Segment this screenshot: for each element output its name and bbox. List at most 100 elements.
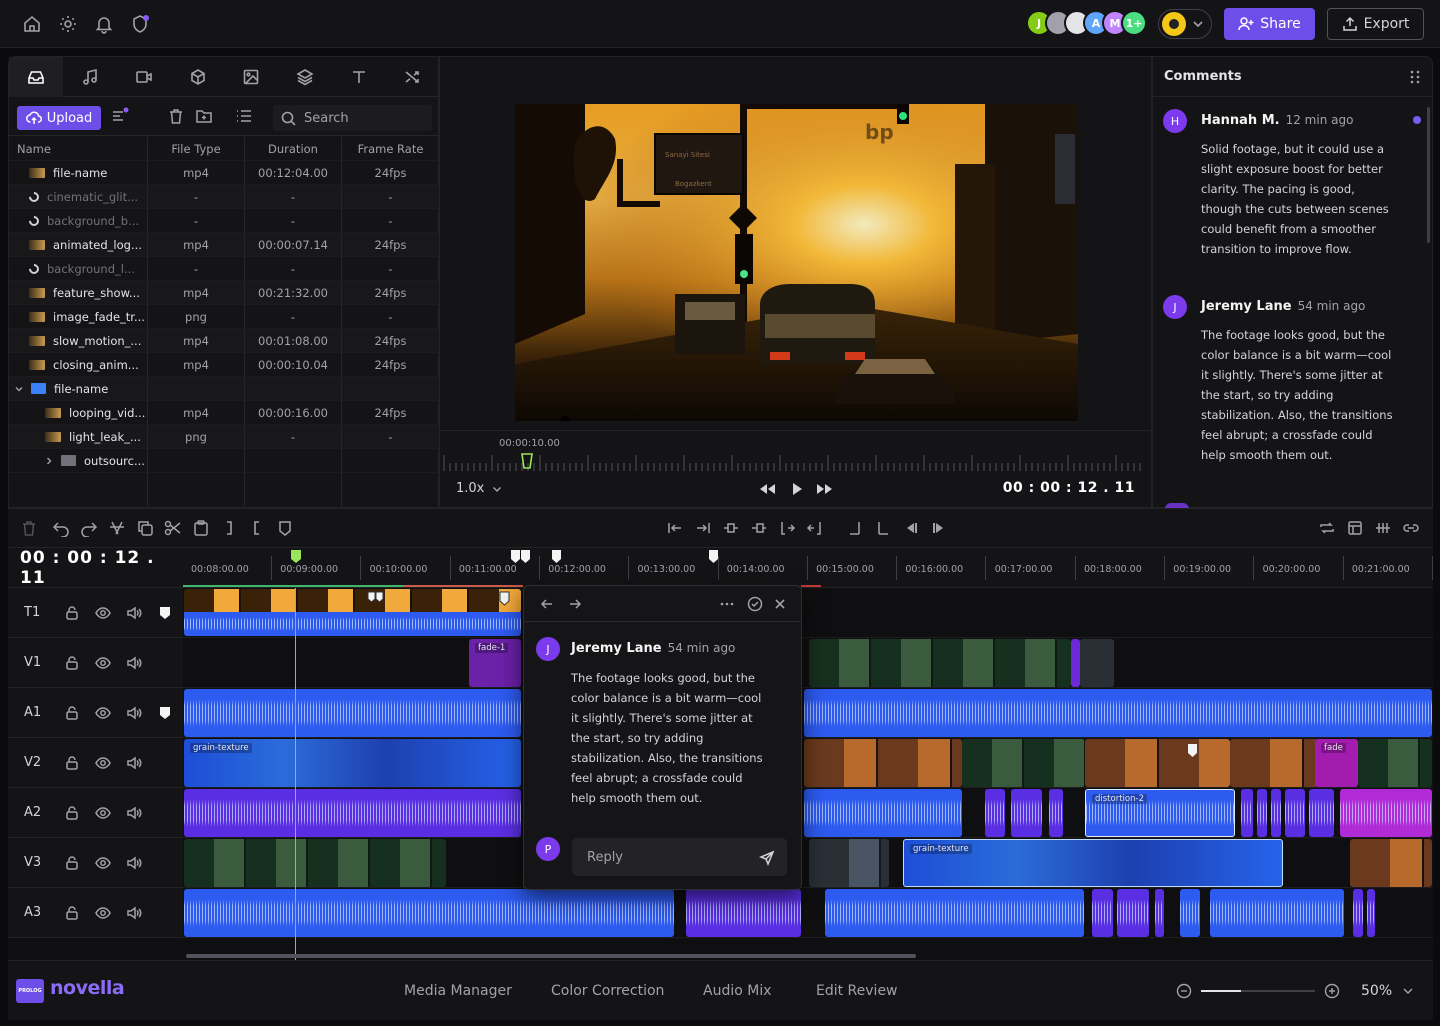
ripple-left-icon[interactable] (722, 519, 742, 539)
audio-clip[interactable] (184, 689, 521, 737)
timeline-ruler[interactable]: 00:08:00.00 00:09:00.00 00:10:00.00 00:11:0… (183, 548, 1433, 588)
volume-icon[interactable] (118, 903, 149, 923)
collaborator-avatar[interactable]: 1+ (1121, 10, 1147, 36)
lock-icon[interactable] (56, 803, 87, 823)
tab-text[interactable] (332, 57, 386, 97)
step-forward-icon[interactable] (930, 519, 950, 539)
lock-icon[interactable] (56, 753, 87, 773)
audio-clip[interactable] (1257, 789, 1267, 837)
zoom-slider[interactable] (1201, 990, 1315, 992)
project-switcher[interactable] (1158, 9, 1212, 39)
nav-audio-mix[interactable]: Audio Mix (703, 983, 772, 999)
snap-icon[interactable] (1374, 519, 1394, 539)
marker-icon[interactable] (709, 550, 718, 563)
audio-clip[interactable] (1117, 889, 1149, 937)
audio-clip[interactable] (1155, 889, 1164, 937)
transition-clip[interactable]: fade-1 (469, 639, 521, 687)
bell-icon[interactable] (94, 14, 114, 34)
nav-media-manager[interactable]: Media Manager (404, 983, 512, 999)
volume-icon[interactable] (118, 853, 149, 873)
mark-out-icon[interactable] (220, 519, 240, 539)
chevron-down-icon[interactable] (15, 385, 23, 393)
video-clip[interactable] (809, 639, 1071, 687)
loop-icon[interactable] (1318, 519, 1338, 539)
table-row[interactable]: animated_log... mp4 00:00:07.14 24fps (9, 233, 440, 257)
audio-clip[interactable] (184, 612, 521, 636)
audio-clip[interactable] (1367, 889, 1375, 937)
audio-clip[interactable]: distortion-2 (1085, 789, 1235, 837)
col-frame-rate[interactable]: Frame Rate (342, 137, 439, 160)
step-back-icon[interactable] (902, 519, 922, 539)
audio-clip[interactable] (686, 889, 801, 937)
transition-clip[interactable]: fade (1315, 739, 1358, 787)
audio-clip[interactable] (1309, 789, 1334, 837)
tab-3d[interactable] (171, 57, 225, 97)
preview-scrubber[interactable]: 00:00:10.00 (440, 430, 1151, 476)
tab-images[interactable] (225, 57, 279, 97)
audio-clip[interactable] (1340, 789, 1432, 837)
eye-icon[interactable] (87, 853, 118, 873)
audio-clip[interactable] (1241, 789, 1253, 837)
audio-clip[interactable] (1049, 789, 1063, 837)
chevron-down-icon[interactable] (1402, 985, 1414, 997)
clipboard-icon[interactable] (192, 519, 212, 539)
send-icon[interactable] (759, 850, 775, 866)
list-view-icon[interactable] (235, 107, 255, 127)
video-clip[interactable] (1085, 739, 1230, 787)
table-row[interactable]: outsourc... (9, 449, 440, 473)
col-name[interactable]: Name (9, 137, 148, 160)
video-clip[interactable] (804, 739, 962, 787)
audio-clip[interactable] (184, 889, 674, 937)
fast-forward-icon[interactable] (816, 482, 834, 496)
marker-icon[interactable] (276, 519, 296, 539)
upload-button[interactable]: Upload (17, 106, 101, 130)
share-button[interactable]: Share (1224, 8, 1315, 40)
eye-icon[interactable] (87, 653, 118, 673)
lock-icon[interactable] (56, 653, 87, 673)
table-row[interactable]: slow_motion_... mp4 00:01:08.00 24fps (9, 329, 440, 353)
zoom-percent[interactable]: 50% (1361, 983, 1392, 999)
video-clip[interactable]: grain-texture (184, 739, 521, 787)
filter-icon[interactable] (111, 107, 131, 127)
scissors-icon[interactable] (164, 519, 184, 539)
volume-icon[interactable] (118, 603, 149, 623)
trash-icon[interactable] (20, 519, 40, 539)
lock-icon[interactable] (56, 903, 87, 923)
audio-clip[interactable] (184, 789, 521, 837)
audio-clip[interactable] (1092, 889, 1113, 937)
new-folder-icon[interactable] (195, 107, 215, 127)
video-clip[interactable] (1080, 639, 1114, 687)
eye-icon[interactable] (87, 603, 118, 623)
nav-color-correction[interactable]: Color Correction (551, 983, 664, 999)
audio-clip[interactable] (804, 689, 1432, 737)
eye-icon[interactable] (87, 703, 118, 723)
playhead-marker[interactable] (521, 453, 533, 469)
lock-icon[interactable] (56, 853, 87, 873)
export-button[interactable]: Export (1327, 8, 1424, 40)
chevron-right-icon[interactable] (45, 457, 53, 465)
go-to-end-icon[interactable] (694, 519, 714, 539)
eye-icon[interactable] (87, 803, 118, 823)
table-row[interactable]: cinematic_glit... - - - (9, 185, 440, 209)
marker-icon[interactable] (149, 603, 180, 623)
undo-icon[interactable] (52, 519, 72, 539)
arrow-right-icon[interactable] (568, 597, 582, 611)
video-clip[interactable] (184, 839, 446, 887)
zoom-out-icon[interactable] (1176, 983, 1192, 999)
nav-edit-review[interactable]: Edit Review (816, 983, 898, 999)
search-input[interactable]: Search (304, 111, 349, 126)
play-icon[interactable] (790, 482, 804, 496)
video-clip[interactable] (1358, 739, 1432, 787)
link-icon[interactable] (1402, 519, 1422, 539)
video-clip[interactable] (1350, 839, 1432, 887)
drag-handle-icon[interactable] (1410, 70, 1420, 84)
eye-icon[interactable] (87, 903, 118, 923)
audio-clip[interactable] (1180, 889, 1200, 937)
audio-clip[interactable] (1210, 889, 1344, 937)
go-to-start-icon[interactable] (666, 519, 686, 539)
audio-clip[interactable] (1353, 889, 1363, 937)
timeline-scrollbar[interactable] (186, 954, 916, 958)
marker-icon[interactable] (521, 550, 530, 563)
tab-layers[interactable] (278, 57, 332, 97)
arrow-left-icon[interactable] (540, 597, 554, 611)
